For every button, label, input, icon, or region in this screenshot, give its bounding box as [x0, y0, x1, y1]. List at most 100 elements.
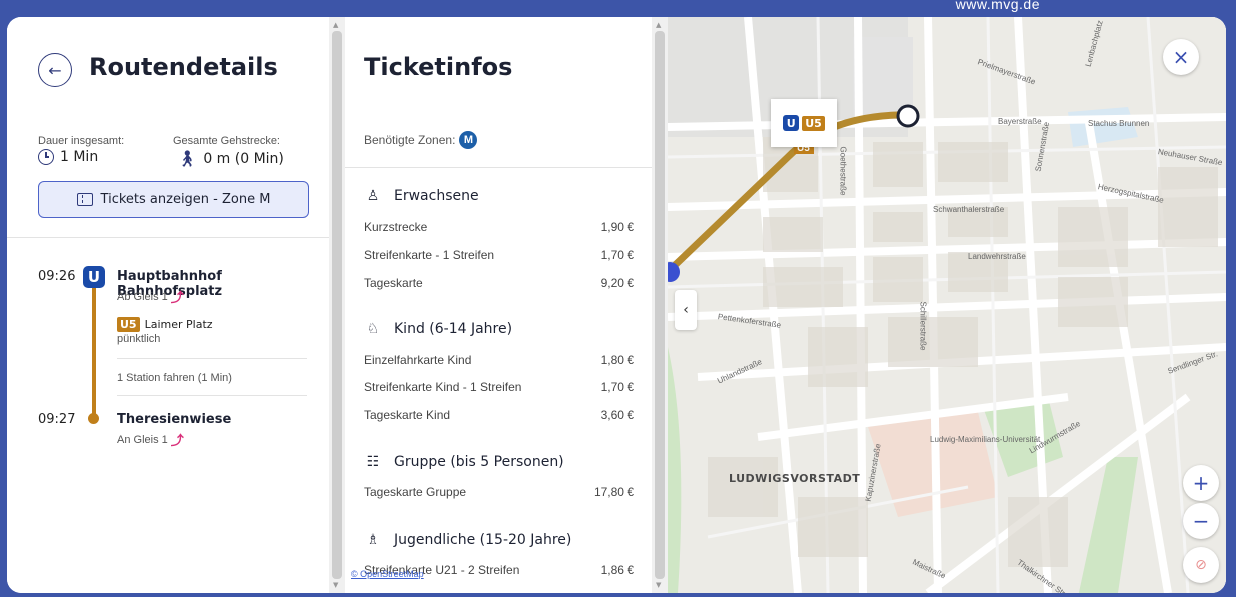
- ticket-label: Tageskarte Gruppe: [364, 485, 467, 499]
- departure-platform: Ab Gleis 1 ⤴: [117, 287, 184, 306]
- duration-value: 1 Min: [60, 149, 99, 165]
- ticket-label: Einzelfahrkarte Kind: [364, 353, 472, 367]
- walk-distance-label: Gesamte Gehstrecke:: [173, 135, 280, 147]
- location-disabled-icon: ⊘: [1195, 557, 1207, 573]
- scroll-thumb[interactable]: [332, 31, 342, 579]
- duration-label: Dauer insgesamt:: [38, 135, 125, 147]
- route-end-dot: [88, 413, 99, 424]
- ticket-icon: [76, 193, 93, 206]
- category-name: Erwachsene: [394, 188, 479, 204]
- map-poi-label: Stachus Brunnen: [1088, 119, 1150, 128]
- child-icon: ♘: [366, 321, 380, 337]
- map-street-label: Schillerstraße: [918, 301, 928, 351]
- scroll-up-icon[interactable]: ▲: [333, 21, 338, 29]
- scroll-down-icon[interactable]: ▼: [333, 581, 338, 589]
- ticket-price: 9,20 €: [600, 276, 634, 290]
- divider: [345, 167, 652, 168]
- ticket-panel: Ticketinfos Benötigte Zonen: M ♙ Erwachs…: [345, 17, 652, 593]
- watermark: www.mvg.de: [955, 0, 1040, 12]
- group-icon: ☷: [366, 454, 380, 470]
- chevron-left-icon: ‹: [683, 302, 689, 318]
- arrival-stop[interactable]: Theresienwiese: [117, 412, 231, 427]
- ticket-title: Ticketinfos: [364, 53, 513, 81]
- ticket-label: Streifenkarte Kind - 1 Streifen: [364, 380, 522, 394]
- map-street-label: Goethestraße: [838, 146, 848, 196]
- ticket-price: 1,70 €: [600, 248, 634, 262]
- arrival-platform-label: An Gleis 1: [117, 433, 168, 446]
- ubahn-icon: U: [83, 266, 105, 288]
- route-title: Routendetails: [89, 53, 278, 81]
- show-tickets-label: Tickets anzeigen - Zone M: [100, 192, 271, 207]
- ticket-row[interactable]: Streifenkarte - 1 Streifen 1,70 €: [364, 248, 634, 262]
- ticket-price: 1,70 €: [600, 380, 634, 394]
- ticket-label: Tageskarte Kind: [364, 408, 451, 422]
- app-frame: ← Routendetails Dauer insgesamt: 1 Min G…: [7, 17, 1226, 593]
- map-poi-label: Ludwig-Maximilians-Universität: [930, 435, 1041, 444]
- required-zones: Benötigte Zonen: M: [364, 131, 478, 149]
- scroll-thumb[interactable]: [655, 31, 665, 579]
- walk-distance-wrap: 🚶︎ 0 m (0 Min): [177, 149, 284, 168]
- youth-icon: ♗: [366, 532, 380, 548]
- ticket-row[interactable]: Tageskarte Kind 3,60 €: [364, 408, 634, 422]
- map-canvas: U5: [668, 17, 1226, 593]
- line-direction: U5 Laimer Platz: [117, 317, 213, 332]
- ticket-label: Kurzstrecke: [364, 220, 428, 234]
- ticket-price: 17,80 €: [593, 485, 634, 499]
- map-street-label: Schwanthalerstraße: [933, 205, 1005, 214]
- close-map-button[interactable]: ×: [1163, 39, 1199, 75]
- district-label: LUDWIGSVORSTADT: [729, 472, 861, 485]
- clock-icon: [38, 149, 54, 165]
- ticket-label: Tageskarte: [364, 276, 423, 290]
- back-button[interactable]: ←: [38, 53, 72, 87]
- ticket-row[interactable]: Tageskarte 9,20 €: [364, 276, 634, 290]
- station-count[interactable]: 1 Station fahren (1 Min): [117, 372, 232, 384]
- walking-person-icon: 🚶︎: [177, 149, 198, 168]
- duration-value-wrap: 1 Min: [38, 149, 98, 165]
- departure-platform-label: Ab Gleis 1: [117, 290, 168, 303]
- category-name: Kind (6-14 Jahre): [394, 321, 513, 337]
- divider: [117, 358, 307, 359]
- zones-label: Benötigte Zonen:: [364, 133, 456, 147]
- arrow-left-icon: ←: [48, 60, 62, 80]
- route-panel: ← Routendetails Dauer insgesamt: 1 Min G…: [7, 17, 329, 593]
- scroll-down-icon[interactable]: ▼: [656, 581, 661, 589]
- category-name: Gruppe (bis 5 Personen): [394, 454, 564, 470]
- category-group: ☷ Gruppe (bis 5 Personen): [364, 454, 564, 470]
- category-name: Jugendliche (15-20 Jahre): [394, 532, 572, 548]
- location-button[interactable]: ⊘: [1183, 547, 1219, 583]
- close-icon: ×: [1172, 45, 1190, 69]
- osm-attribution-link[interactable]: © OpenStreetMap: [351, 569, 424, 579]
- ubahn-icon: U: [783, 115, 800, 131]
- collapse-panel-button[interactable]: ‹: [675, 290, 697, 330]
- route-line: [92, 288, 96, 419]
- map-view[interactable]: U5 Goethestraße Bayerstraße Schwanthaler…: [668, 17, 1226, 593]
- scroll-up-icon[interactable]: ▲: [656, 21, 661, 29]
- ticket-price: 1,90 €: [600, 220, 634, 234]
- route-scrollbar[interactable]: ▲ ▼: [329, 17, 345, 593]
- ticket-row[interactable]: Tageskarte Gruppe 17,80 €: [364, 485, 634, 499]
- arrival-platform: An Gleis 1 ⤴: [117, 430, 184, 449]
- divider: [117, 395, 307, 396]
- escalator-icon: ⤴: [170, 433, 184, 448]
- plus-icon: +: [1192, 471, 1210, 495]
- category-youth: ♗ Jugendliche (15-20 Jahre): [364, 532, 572, 548]
- show-tickets-button[interactable]: Tickets anzeigen - Zone M: [38, 181, 309, 218]
- escalator-icon: ⤴: [170, 290, 184, 305]
- map-street-label: Landwehrstraße: [968, 252, 1026, 261]
- departure-time: 09:26: [38, 269, 76, 284]
- divider: [7, 237, 329, 238]
- person-icon: ♙: [366, 188, 380, 204]
- ticket-label: Streifenkarte - 1 Streifen: [364, 248, 495, 262]
- punctuality-status: pünktlich: [117, 333, 161, 345]
- zoom-in-button[interactable]: +: [1183, 465, 1219, 501]
- walk-distance-value: 0 m (0 Min): [203, 150, 284, 167]
- arrival-time: 09:27: [38, 412, 76, 427]
- ticket-scrollbar[interactable]: ▲ ▼: [652, 17, 668, 593]
- line-badge: U5: [802, 115, 825, 131]
- ticket-row[interactable]: Kurzstrecke 1,90 €: [364, 220, 634, 234]
- route-line-popup[interactable]: U U5: [771, 99, 837, 147]
- direction-label: Laimer Platz: [144, 318, 213, 331]
- ticket-row[interactable]: Streifenkarte Kind - 1 Streifen 1,70 €: [364, 380, 634, 394]
- zoom-out-button[interactable]: −: [1183, 503, 1219, 539]
- ticket-row[interactable]: Einzelfahrkarte Kind 1,80 €: [364, 353, 634, 367]
